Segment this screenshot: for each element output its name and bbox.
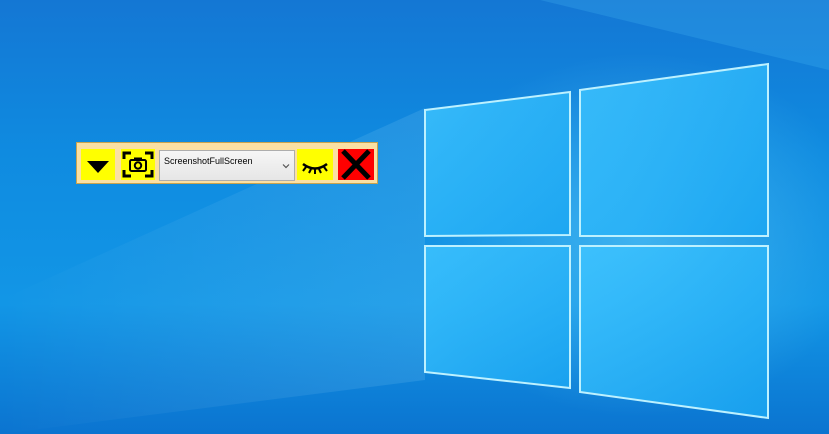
windows-logo-wallpaper: [0, 0, 829, 434]
desktop-wallpaper: [0, 0, 829, 434]
screenshot-button[interactable]: [121, 149, 155, 180]
triangle-down-icon: [87, 161, 109, 173]
screenshot-toolbar: ScreenshotFullScreen: [76, 142, 378, 184]
logo-pane-top-right: [579, 62, 769, 237]
chevron-down-icon: [282, 164, 290, 169]
logo-pane-bottom-right: [579, 245, 769, 420]
camera-icon: [122, 151, 154, 178]
logo-pane-top-left: [424, 90, 571, 238]
logo-pane-bottom-left: [424, 245, 571, 390]
closed-eye-icon: [302, 162, 328, 174]
close-button[interactable]: [338, 149, 374, 180]
close-x-icon: [341, 149, 371, 180]
capture-mode-select[interactable]: ScreenshotFullScreen: [159, 150, 295, 181]
menu-button[interactable]: [81, 149, 115, 180]
hide-toolbar-button[interactable]: [297, 149, 333, 180]
capture-mode-value: ScreenshotFullScreen: [164, 156, 253, 166]
